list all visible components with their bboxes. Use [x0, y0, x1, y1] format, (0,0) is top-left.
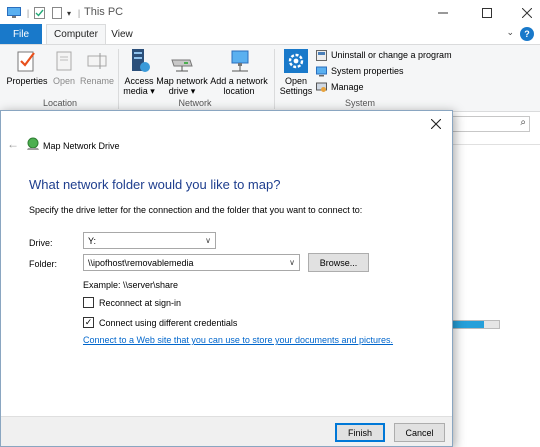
credentials-checkbox[interactable]: ✓ — [83, 317, 94, 328]
open-button[interactable]: Open — [50, 47, 78, 86]
dialog-footer: Finish Cancel — [1, 416, 452, 446]
map-network-drive-button[interactable]: Map network drive ▾ — [156, 47, 208, 96]
manage-label: Manage — [331, 82, 364, 92]
rename-button[interactable]: Rename — [80, 47, 114, 86]
window-title: This PC — [84, 6, 124, 18]
open-settings-line1: Open — [284, 76, 308, 86]
dialog-heading: What network folder would you like to ma… — [29, 177, 281, 192]
close-icon[interactable] — [516, 4, 538, 22]
network-location-icon — [226, 47, 252, 75]
browse-button[interactable]: Browse... — [308, 253, 369, 272]
search-input[interactable]: ⌕ — [452, 116, 530, 132]
group-label-location: Location — [42, 98, 78, 108]
tab-view[interactable]: View — [108, 24, 136, 44]
ribbon: Properties Open Rename Location Access m… — [0, 44, 540, 112]
chevron-down-icon[interactable]: ∨ — [289, 258, 295, 267]
rename-icon — [86, 47, 108, 75]
properties-qa-icon[interactable] — [32, 5, 46, 21]
network-drive-icon — [170, 47, 194, 75]
uninstall-icon — [316, 49, 327, 61]
open-label: Open — [52, 76, 76, 86]
properties-button[interactable]: Properties — [6, 47, 48, 86]
system-properties-icon — [316, 66, 327, 76]
explorer-titlebar: | ▾ | This PC — [0, 0, 540, 26]
drive-label: Drive: — [29, 238, 53, 248]
dialog-title: Map Network Drive — [43, 141, 120, 151]
add-network-location-line1: Add a network — [210, 76, 268, 86]
folder-input[interactable]: \\ipofhost\removablemedia ∨ — [83, 254, 300, 271]
close-icon[interactable] — [426, 115, 446, 133]
uninstall-program-label: Uninstall or change a program — [331, 50, 452, 60]
drive-select[interactable]: Y: ∨ — [83, 232, 216, 249]
system-properties-label: System properties — [331, 66, 404, 76]
ribbon-tabs: File Computer View ⌄ ? — [0, 24, 540, 44]
divider — [452, 144, 540, 145]
add-network-location-button[interactable]: Add a network location — [208, 47, 270, 96]
open-settings-button[interactable]: Open Settings — [278, 47, 314, 96]
qa-separator: | — [26, 8, 30, 18]
group-label-network: Network — [178, 98, 212, 108]
reconnect-checkbox-row[interactable]: Reconnect at sign-in — [83, 297, 181, 308]
back-arrow-icon[interactable]: ← — [7, 137, 19, 151]
reconnect-label: Reconnect at sign-in — [99, 297, 182, 308]
add-network-location-line2: location — [223, 86, 255, 96]
media-server-icon — [127, 47, 151, 75]
search-icon: ⌕ — [520, 117, 526, 128]
folder-example: Example: \\server\share — [83, 280, 179, 290]
manage-item[interactable]: Manage — [316, 80, 364, 94]
group-label-system: System — [344, 98, 375, 108]
folder-label: Folder: — [29, 259, 58, 269]
tab-file[interactable]: File — [0, 24, 42, 44]
group-divider — [118, 49, 119, 109]
new-folder-qa-icon[interactable] — [50, 5, 64, 21]
drive-usage-fill — [453, 321, 485, 328]
chevron-down-icon: ∨ — [205, 236, 211, 245]
settings-gear-icon — [284, 47, 308, 75]
open-settings-line2: Settings — [279, 86, 313, 96]
map-network-drive-line1: Map network — [156, 76, 208, 86]
properties-label: Properties — [6, 76, 48, 86]
manage-icon — [316, 82, 327, 92]
uninstall-program-item[interactable]: Uninstall or change a program — [316, 48, 452, 62]
folder-input-value: \\ipofhost\removablemedia — [88, 257, 194, 268]
map-network-drive-line2: drive ▾ — [168, 86, 196, 96]
dialog-instructions: Specify the drive letter for the connect… — [29, 205, 363, 215]
finish-button[interactable]: Finish — [335, 423, 385, 442]
map-network-drive-dialog: ← Map Network Drive What network folder … — [0, 110, 453, 447]
network-drive-icon — [26, 137, 40, 153]
properties-icon — [17, 47, 37, 75]
help-icon[interactable]: ? — [520, 27, 534, 41]
qa-dropdown-icon[interactable]: ▾ — [64, 5, 74, 21]
credentials-label: Connect using different credentials — [99, 317, 238, 328]
minimize-icon[interactable] — [432, 4, 454, 22]
access-media-button[interactable]: Access media ▾ — [122, 47, 156, 96]
open-icon — [55, 47, 73, 75]
rename-label: Rename — [79, 76, 115, 86]
web-storage-link[interactable]: Connect to a Web site that you can use t… — [83, 335, 393, 345]
cancel-button[interactable]: Cancel — [394, 423, 445, 442]
credentials-checkbox-row[interactable]: ✓ Connect using different credentials — [83, 317, 237, 328]
system-properties-item[interactable]: System properties — [316, 64, 404, 78]
drive-select-value: Y: — [88, 235, 97, 246]
group-divider — [274, 49, 275, 109]
access-media-line1: Access — [124, 76, 154, 86]
maximize-icon[interactable] — [476, 4, 498, 22]
this-pc-icon — [6, 5, 22, 21]
drive-usage-bar — [452, 320, 500, 329]
chevron-down-icon[interactable]: ⌄ — [506, 27, 514, 38]
reconnect-checkbox[interactable] — [83, 297, 94, 308]
title-separator: | — [77, 8, 81, 18]
access-media-line2: media ▾ — [123, 86, 155, 96]
tab-computer[interactable]: Computer — [46, 24, 106, 44]
